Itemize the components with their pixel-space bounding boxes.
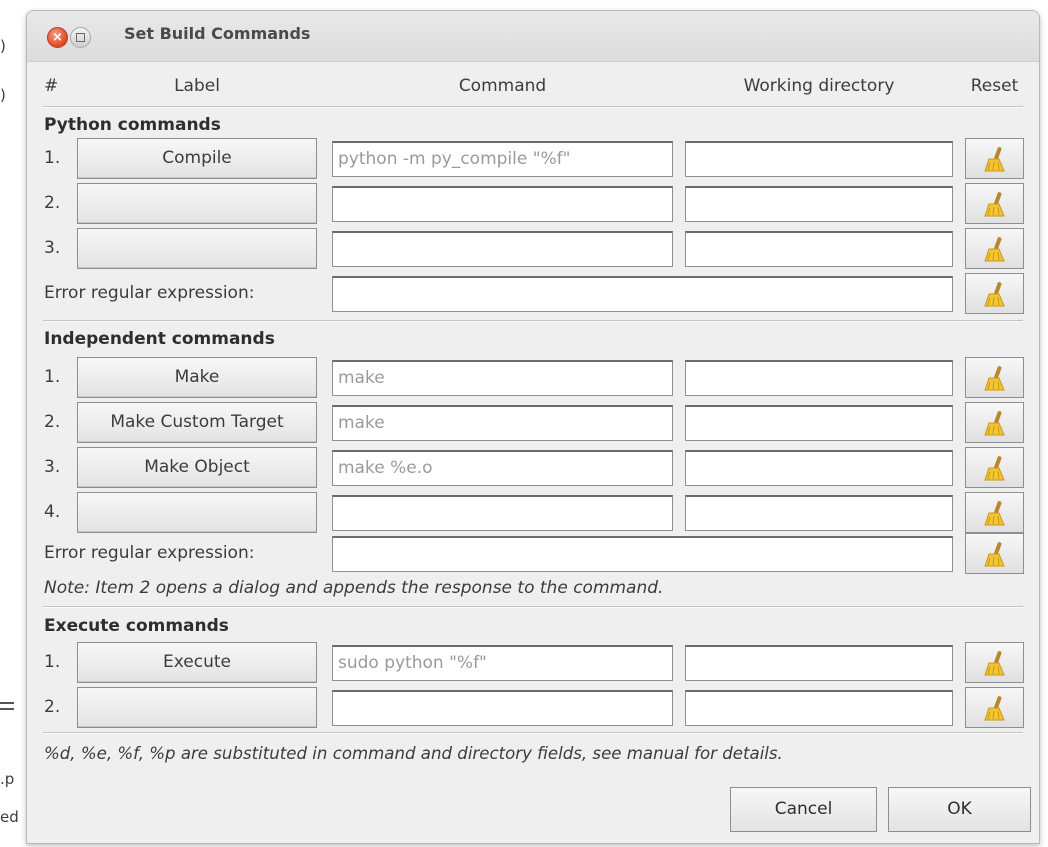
row-number: 1.	[44, 367, 61, 387]
reset-button-independent-1[interactable]	[965, 357, 1024, 398]
error-regex-label-independent: Error regular expression:	[44, 543, 255, 563]
reset-button-python-2[interactable]	[965, 183, 1024, 224]
ok-button[interactable]: OK	[888, 787, 1031, 832]
error-regex-label-python: Error regular expression:	[44, 283, 255, 303]
label-button-python-3[interactable]	[77, 228, 317, 269]
bg-fragment: )	[0, 86, 6, 104]
directory-field-independent-2[interactable]	[685, 405, 953, 441]
header-separator	[43, 106, 1023, 108]
header-command: Command	[458, 76, 547, 96]
section-separator	[43, 320, 1023, 322]
bg-fragment: )	[0, 37, 6, 55]
row-number: 4.	[44, 502, 61, 522]
dialog-title: Set Build Commands	[124, 24, 311, 43]
broom-icon	[984, 282, 1005, 307]
reset-button-independent-3[interactable]	[965, 447, 1024, 488]
label-button-independent-1[interactable]: Make	[77, 357, 317, 398]
row-number: 1.	[44, 652, 61, 672]
maximize-icon	[76, 33, 85, 42]
title-bar[interactable]: × Set Build Commands	[27, 11, 1039, 62]
error-regex-field-python[interactable]	[332, 276, 953, 312]
independent-note: Note: Item 2 opens a dialog and appends …	[44, 578, 664, 598]
bg-divider	[0, 702, 14, 704]
reset-button-python-3[interactable]	[965, 228, 1024, 269]
reset-button-independent-error[interactable]	[965, 533, 1024, 574]
directory-field-independent-3[interactable]	[685, 450, 953, 486]
bg-fragment: .p	[0, 770, 15, 788]
section-separator	[43, 606, 1023, 608]
directory-field-python-1[interactable]	[685, 141, 953, 177]
label-button-python-1[interactable]: Compile	[77, 138, 317, 179]
broom-icon	[984, 542, 1005, 567]
reset-button-python-error[interactable]	[965, 273, 1024, 314]
header-reset: Reset	[970, 76, 1019, 96]
command-field-python-3[interactable]	[332, 231, 673, 267]
label-button-independent-4[interactable]	[77, 492, 317, 533]
broom-icon	[984, 237, 1005, 262]
header-number: #	[44, 76, 59, 96]
reset-button-python-1[interactable]	[965, 138, 1024, 179]
directory-field-independent-4[interactable]	[685, 495, 953, 531]
maximize-button[interactable]	[70, 27, 91, 48]
broom-icon	[984, 651, 1005, 676]
command-field-python-1[interactable]: python -m py_compile "%f"	[332, 141, 673, 177]
row-number: 2.	[44, 193, 61, 213]
substitution-note: %d, %e, %f, %p are substituted in comman…	[44, 744, 783, 763]
header-working-directory: Working directory	[743, 76, 895, 96]
label-button-independent-3[interactable]: Make Object	[77, 447, 317, 488]
command-field-execute-2[interactable]	[332, 690, 673, 726]
command-field-execute-1[interactable]: sudo python "%f"	[332, 645, 673, 681]
broom-icon	[984, 192, 1005, 217]
section-title-execute: Execute commands	[44, 616, 229, 636]
command-field-independent-4[interactable]	[332, 495, 673, 531]
broom-icon	[984, 366, 1005, 391]
section-title-python: Python commands	[44, 115, 221, 135]
command-field-python-2[interactable]	[332, 186, 673, 222]
directory-field-python-3[interactable]	[685, 231, 953, 267]
reset-button-execute-2[interactable]	[965, 687, 1024, 728]
label-button-execute-1[interactable]: Execute	[77, 642, 317, 683]
broom-icon	[984, 696, 1005, 721]
command-field-independent-3[interactable]: make %e.o	[332, 450, 673, 486]
command-field-independent-2[interactable]: make	[332, 405, 673, 441]
section-separator	[43, 732, 1023, 734]
reset-button-independent-4[interactable]	[965, 492, 1024, 533]
reset-button-execute-1[interactable]	[965, 642, 1024, 683]
label-button-python-2[interactable]	[77, 183, 317, 224]
broom-icon	[984, 147, 1005, 172]
error-regex-field-independent[interactable]	[332, 536, 953, 572]
label-button-independent-2[interactable]: Make Custom Target	[77, 402, 317, 443]
directory-field-python-2[interactable]	[685, 186, 953, 222]
reset-button-independent-2[interactable]	[965, 402, 1024, 443]
directory-field-independent-1[interactable]	[685, 360, 953, 396]
broom-icon	[984, 456, 1005, 481]
row-number: 3.	[44, 238, 61, 258]
directory-field-execute-1[interactable]	[685, 645, 953, 681]
row-number: 1.	[44, 148, 61, 168]
close-button[interactable]: ×	[47, 27, 68, 48]
directory-field-execute-2[interactable]	[685, 690, 953, 726]
row-number: 3.	[44, 457, 61, 477]
set-build-commands-dialog: × Set Build Commands # Label Command Wor…	[26, 10, 1040, 844]
bg-fragment: ed	[0, 808, 19, 826]
bg-divider	[0, 708, 14, 710]
header-label: Label	[174, 76, 220, 96]
command-field-independent-1[interactable]: make	[332, 360, 673, 396]
label-button-execute-2[interactable]	[77, 687, 317, 728]
cancel-button[interactable]: Cancel	[730, 787, 877, 832]
broom-icon	[984, 501, 1005, 526]
row-number: 2.	[44, 412, 61, 432]
broom-icon	[984, 411, 1005, 436]
close-icon: ×	[52, 30, 63, 45]
section-title-independent: Independent commands	[44, 329, 275, 349]
row-number: 2.	[44, 697, 61, 717]
